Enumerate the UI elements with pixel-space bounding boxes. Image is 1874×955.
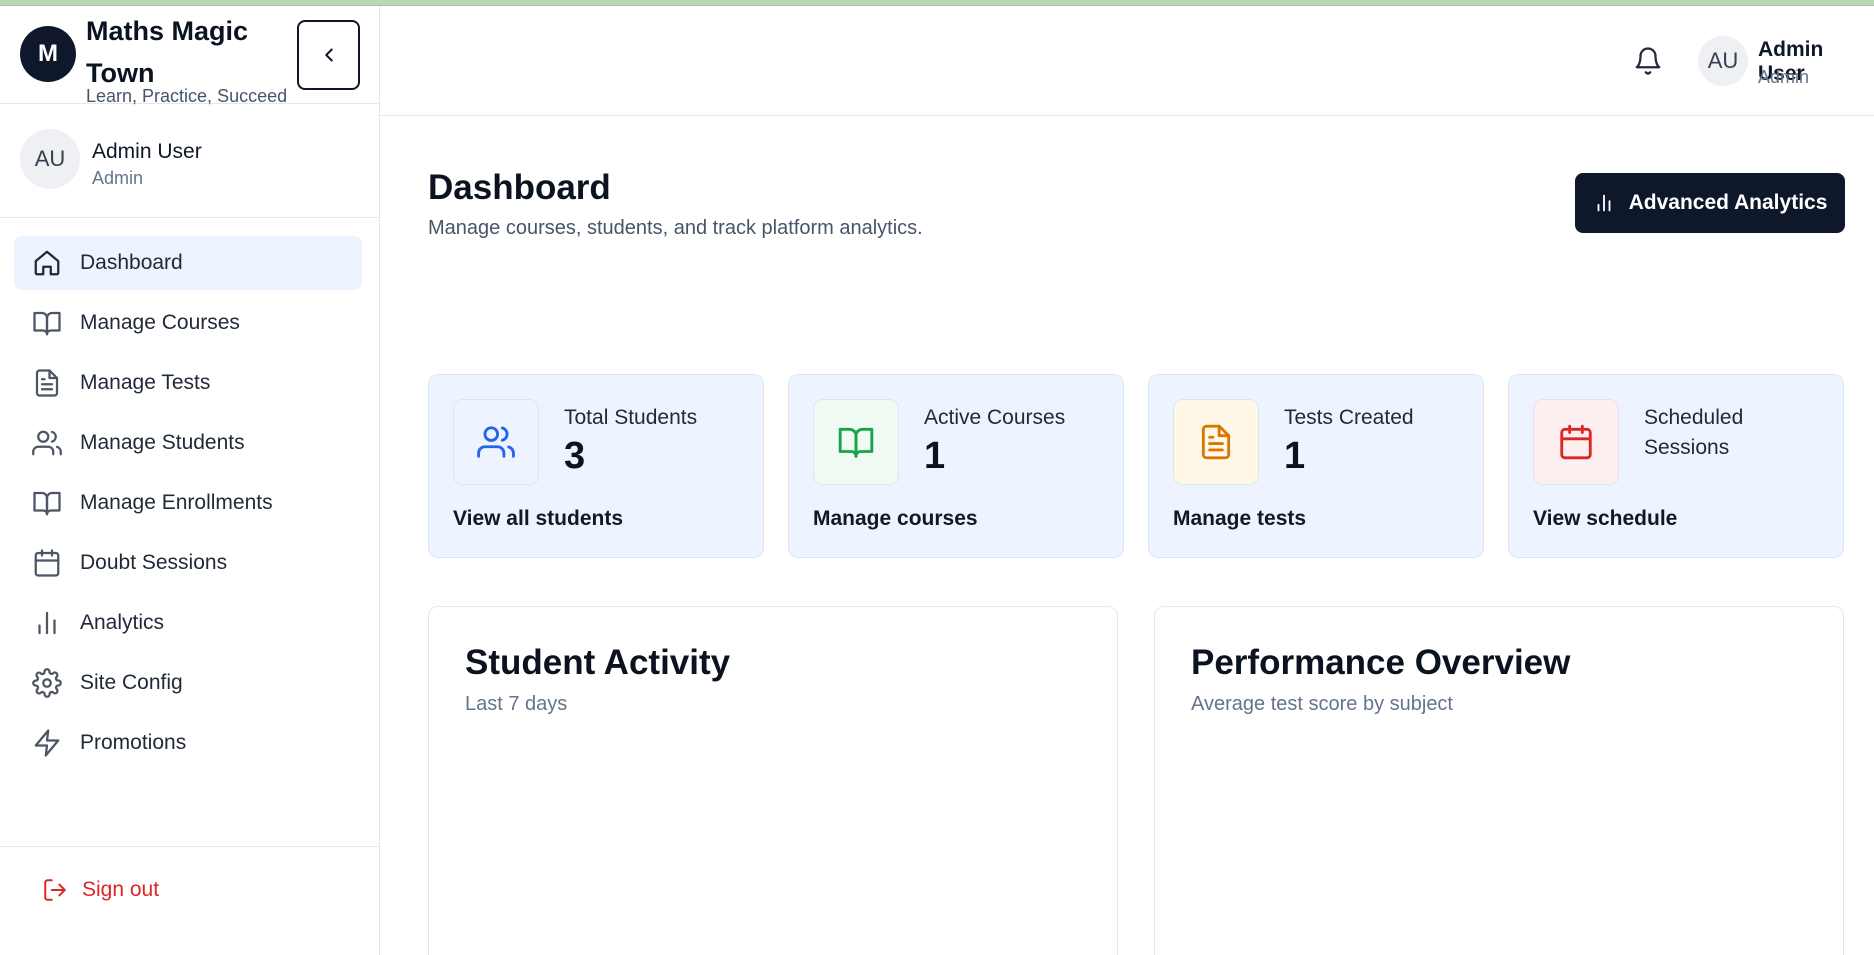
sidebar-item-manage-courses[interactable]: Manage Courses: [14, 296, 362, 350]
stat-label: Total Students: [564, 406, 698, 429]
chevron-left-icon: [324, 48, 333, 62]
stat-icon-box: [453, 399, 539, 485]
sidebar-item-label: Doubt Sessions: [80, 551, 228, 574]
sidebar: M Maths Magic Town Learn, Practice, Succ…: [0, 6, 380, 955]
calendar-icon: [34, 549, 60, 577]
sidebar-footer: Sign out: [0, 846, 379, 955]
page-title: Dashboard: [428, 168, 611, 207]
brand-name: Maths Magic Town: [86, 16, 249, 88]
sidebar-item-manage-tests[interactable]: Manage Tests: [14, 356, 362, 410]
stat-icon-box: [1173, 399, 1259, 485]
performance-overview-panel: Performance Overview Average test score …: [1154, 606, 1844, 955]
stat-label: Tests Created: [1284, 406, 1414, 429]
brand-logo: M: [20, 26, 76, 82]
bell-icon[interactable]: [1633, 46, 1663, 76]
view-all-students-link[interactable]: View all students: [453, 507, 623, 531]
header-user-role: Admin: [1758, 67, 1810, 87]
manage-tests-link[interactable]: Manage tests: [1173, 507, 1306, 531]
bar-chart-icon: [1597, 194, 1611, 212]
student-activity-panel: Student Activity Last 7 days: [428, 606, 1118, 955]
file-text-icon: [1201, 424, 1231, 460]
stat-icon-box: [813, 399, 899, 485]
sidebar-item-label: Manage Enrollments: [80, 491, 273, 514]
sidebar-item-label: Dashboard: [80, 251, 183, 274]
file-text-icon: [35, 369, 59, 397]
stat-label: Active Courses: [924, 406, 1066, 429]
users-icon: [477, 426, 515, 458]
book-open-icon: [838, 427, 874, 458]
stat-value: 1: [1284, 435, 1306, 477]
page-subtitle: Manage courses, students, and track plat…: [428, 217, 923, 239]
sidebar-item-label: Manage Courses: [80, 311, 240, 334]
calendar-icon: [1560, 424, 1592, 460]
sign-out-label: Sign out: [82, 878, 160, 901]
avatar[interactable]: AU: [1698, 36, 1748, 86]
manage-courses-link[interactable]: Manage courses: [813, 507, 978, 531]
panel-title: Performance Overview: [1191, 643, 1571, 682]
sidebar-item-label: Promotions: [80, 731, 187, 754]
sidebar-user-role: Admin: [92, 168, 144, 188]
users-icon: [32, 430, 62, 456]
panel-subtitle: Average test score by subject: [1191, 693, 1453, 715]
sidebar-item-analytics[interactable]: Analytics: [14, 596, 362, 650]
book-icon: [33, 491, 61, 516]
view-schedule-link[interactable]: View schedule: [1533, 507, 1677, 531]
stat-label: Scheduled Sessions: [1644, 406, 1744, 459]
stat-card-active-courses: Active Courses 1 Manage courses: [788, 374, 1124, 558]
stat-icon-box: [1533, 399, 1619, 485]
stat-card-scheduled-sessions: Scheduled Sessions View schedule: [1508, 374, 1844, 558]
avatar: AU: [20, 129, 80, 189]
sidebar-user-profile: AU Admin User Admin: [0, 104, 379, 218]
stat-card-tests-created: Tests Created 1 Manage tests: [1148, 374, 1484, 558]
panel-title: Student Activity: [465, 643, 731, 682]
sidebar-item-site-config[interactable]: Site Config: [14, 656, 362, 710]
zap-icon: [34, 729, 60, 757]
stat-card-total-students: Total Students 3 View all students: [428, 374, 764, 558]
collapse-sidebar-button[interactable]: [297, 20, 360, 90]
brand-header: M Maths Magic Town Learn, Practice, Succ…: [0, 6, 379, 106]
top-header: AU Admin User Admin: [380, 6, 1874, 116]
advanced-analytics-label: Advanced Analytics: [1628, 191, 1828, 214]
sidebar-item-promotions[interactable]: Promotions: [14, 716, 362, 770]
sidebar-item-doubt-sessions[interactable]: Doubt Sessions: [14, 536, 362, 590]
sidebar-item-manage-enrollments[interactable]: Manage Enrollments: [14, 476, 362, 530]
sidebar-item-manage-students[interactable]: Manage Students: [14, 416, 362, 470]
panel-subtitle: Last 7 days: [465, 693, 568, 715]
sidebar-item-label: Analytics: [80, 611, 165, 634]
gear-icon: [32, 668, 62, 698]
sidebar-item-dashboard[interactable]: Dashboard: [14, 236, 362, 290]
stat-value: 3: [564, 435, 586, 477]
sidebar-item-label: Site Config: [80, 671, 183, 694]
sidebar-nav: Dashboard Manage Courses Manage Tests Ma…: [14, 236, 362, 776]
sidebar-user-name: Admin User: [92, 140, 202, 163]
home-icon: [34, 250, 60, 276]
advanced-analytics-button[interactable]: Advanced Analytics: [1575, 173, 1845, 233]
book-icon: [33, 311, 61, 336]
sidebar-item-label: Manage Students: [80, 431, 245, 454]
bar-chart-icon: [38, 611, 56, 635]
log-out-icon: [44, 879, 66, 901]
sign-out-button[interactable]: Sign out: [42, 877, 159, 903]
sidebar-item-label: Manage Tests: [80, 371, 211, 394]
stat-value: 1: [924, 435, 946, 477]
